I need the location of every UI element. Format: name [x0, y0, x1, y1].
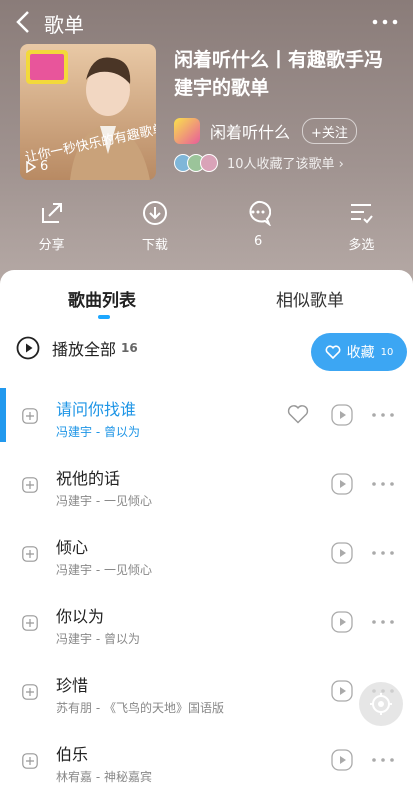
add-icon[interactable]: [22, 408, 38, 424]
song-title: 珍惜: [56, 676, 89, 695]
collect-count-text: 10人收藏了该歌单 ›: [227, 157, 344, 172]
song-count: 16: [121, 341, 138, 355]
play-icon[interactable]: [331, 611, 353, 633]
more-options-icon[interactable]: [371, 615, 395, 629]
song-title: 伯乐: [56, 745, 89, 764]
comment-button[interactable]: 6: [223, 200, 293, 253]
add-icon[interactable]: [22, 753, 38, 769]
owner-avatar[interactable]: [174, 118, 200, 144]
download-label: 下载: [141, 238, 168, 253]
more-options-icon[interactable]: [371, 753, 395, 767]
tab-similar-playlists[interactable]: 相似歌单: [276, 286, 344, 311]
song-row[interactable]: 你以为 冯建宇 - 曾以为: [0, 593, 413, 662]
heart-outline-icon: [325, 345, 341, 359]
play-all-label: 播放全部: [52, 340, 117, 359]
song-row[interactable]: 伯乐 林宥嘉 - 神秘嘉宾: [0, 731, 413, 800]
action-bar: 分享 下载 6 多选: [0, 200, 413, 253]
playlist-header: 歌单 让你一秒快乐的有趣歌单 6 闲着听什么丨有趣歌手冯建宇的歌单 闲着听什么 …: [0, 0, 413, 300]
more-icon[interactable]: [371, 12, 399, 32]
collect-button[interactable]: 收藏 10: [311, 333, 407, 371]
comment-icon: [249, 200, 272, 226]
heart-icon[interactable]: [287, 404, 309, 424]
add-icon[interactable]: [22, 477, 38, 493]
comment-count: 6: [253, 234, 263, 249]
song-artist-album: 冯建宇 - 曾以为: [56, 425, 140, 439]
song-sheet: 歌曲列表 相似歌单 播放全部 16 收藏 10 请问你找谁 冯建宇 - 曾以为: [0, 270, 413, 800]
play-icon[interactable]: [331, 542, 353, 564]
share-button[interactable]: 分享: [17, 200, 87, 253]
multiselect-button[interactable]: 多选: [326, 200, 396, 253]
collector-avatar: [200, 153, 218, 172]
multiselect-label: 多选: [348, 238, 375, 253]
song-title: 倾心: [56, 538, 89, 557]
tab-song-list[interactable]: 歌曲列表: [68, 286, 136, 311]
target-icon: [370, 693, 392, 715]
playlist-page: 歌单 让你一秒快乐的有趣歌单 6 闲着听什么丨有趣歌手冯建宇的歌单 闲着听什么 …: [0, 0, 413, 800]
add-icon[interactable]: [22, 684, 38, 700]
floating-action-button[interactable]: [359, 682, 403, 726]
playlist-cover[interactable]: 让你一秒快乐的有趣歌单 6: [20, 44, 156, 180]
play-count: 6: [26, 159, 48, 174]
play-all-icon: [16, 336, 40, 360]
song-row[interactable]: 祝他的话 冯建宇 - 一见倾心: [0, 455, 413, 524]
now-playing-indicator: [0, 388, 6, 442]
more-options-icon[interactable]: [371, 477, 395, 491]
owner-name[interactable]: 闲着听什么: [210, 119, 290, 143]
tab-indicator: [98, 315, 110, 319]
play-icon[interactable]: [331, 749, 353, 771]
song-row[interactable]: 珍惜 苏有朋 - 《飞鸟的天地》国语版: [0, 662, 413, 731]
download-button[interactable]: 下载: [120, 200, 190, 253]
collect-count: 10: [380, 346, 394, 358]
download-icon: [142, 201, 167, 225]
back-icon[interactable]: [12, 8, 36, 36]
collect-label: 收藏: [346, 345, 375, 361]
playlist-title: 闲着听什么丨有趣歌手冯建宇的歌单: [174, 49, 384, 99]
add-icon[interactable]: [22, 615, 38, 631]
play-all-button[interactable]: 播放全部 16: [16, 336, 138, 360]
play-icon[interactable]: [331, 680, 353, 702]
play-count-value: 6: [40, 159, 49, 174]
song-artist-album: 林宥嘉 - 神秘嘉宾: [56, 770, 152, 784]
song-title: 你以为: [56, 607, 105, 626]
song-artist-album: 苏有朋 - 《飞鸟的天地》国语版: [56, 701, 224, 715]
tab-bar: 歌曲列表 相似歌单: [0, 270, 413, 320]
song-artist-album: 冯建宇 - 一见倾心: [56, 494, 152, 508]
follow-button[interactable]: +关注: [302, 118, 357, 144]
song-row[interactable]: 倾心 冯建宇 - 一见倾心: [0, 524, 413, 593]
song-row-active[interactable]: 请问你找谁 冯建宇 - 曾以为: [0, 386, 413, 455]
top-bar: 歌单: [0, 0, 413, 44]
share-label: 分享: [38, 238, 65, 253]
song-title: 请问你找谁: [56, 400, 137, 419]
song-artist-album: 冯建宇 - 曾以为: [56, 632, 140, 646]
song-list: 请问你找谁 冯建宇 - 曾以为 祝他的话 冯建宇 - 一见倾心 倾心 冯建宇 -…: [0, 386, 413, 800]
play-icon[interactable]: [331, 404, 353, 426]
play-icon[interactable]: [331, 473, 353, 495]
playlist-owner: 闲着听什么 +关注: [174, 118, 357, 144]
collector-avatars: [174, 153, 218, 172]
add-icon[interactable]: [22, 546, 38, 562]
more-options-icon[interactable]: [371, 408, 395, 422]
collectors-row[interactable]: 10人收藏了该歌单 ›: [174, 153, 344, 172]
share-icon: [41, 203, 62, 223]
more-options-icon[interactable]: [371, 546, 395, 560]
song-title: 祝他的话: [56, 469, 121, 488]
play-count-icon: [26, 160, 36, 173]
song-artist-album: 冯建宇 - 一见倾心: [56, 563, 152, 577]
multiselect-icon: [351, 204, 374, 224]
page-title: 歌单: [44, 13, 84, 37]
